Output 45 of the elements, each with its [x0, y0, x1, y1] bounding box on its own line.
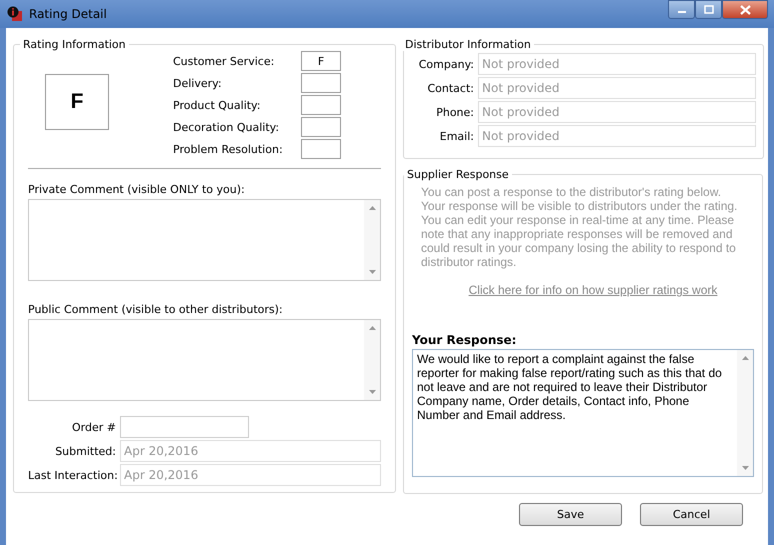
category-label: Customer Service:	[173, 54, 276, 68]
scroll-down-icon[interactable]	[368, 270, 376, 274]
field-label: Company:	[418, 58, 475, 70]
comment-field[interactable]	[28, 319, 381, 401]
scroll-up-icon[interactable]	[368, 206, 376, 210]
group-title: Supplier Response	[406, 168, 510, 181]
field-label: Contact:	[426, 82, 475, 94]
field-label: Submitted:	[54, 444, 117, 458]
category-label: Delivery:	[173, 76, 223, 90]
comment-field[interactable]	[28, 199, 381, 281]
window-title: Rating Detail	[29, 7, 107, 21]
category-label: Problem Resolution:	[173, 142, 284, 156]
field-label: Email:	[438, 130, 475, 142]
overall-grade: F	[45, 74, 109, 130]
grade-field: F	[301, 51, 341, 71]
grade-field	[301, 73, 341, 93]
response-field[interactable]: We would like to report a complaint against the false reporter for making false report/rating such as this that do not leave and are not required to leave their Distributor Company name, Order details, Contact info, Phone Number and Email address.	[412, 349, 754, 477]
comment-label: Public Comment (visible to other distributors):	[28, 303, 284, 316]
category-label: Product Quality:	[173, 98, 262, 112]
close-button[interactable]	[722, 0, 768, 19]
dialog-button[interactable]: Cancel	[640, 503, 743, 526]
maximize-button[interactable]	[695, 0, 722, 19]
field-label: Last Interaction:	[28, 468, 119, 482]
text-field[interactable]	[120, 416, 249, 438]
scroll-up-icon[interactable]	[742, 356, 748, 360]
comment-label: Private Comment (visible ONLY to you):	[28, 183, 246, 196]
info-link[interactable]: Click here for info on how supplier ratings work	[468, 283, 718, 297]
grade-field	[301, 139, 341, 159]
grade-field	[301, 95, 341, 115]
field-label: Order #	[71, 420, 117, 434]
close-icon	[740, 4, 750, 14]
app-icon	[7, 6, 23, 22]
field-label: Phone:	[435, 106, 475, 118]
scroll-down-icon[interactable]	[742, 466, 748, 470]
dialog-button[interactable]: Save	[519, 503, 622, 526]
maximize-icon	[704, 5, 714, 14]
minimize-button[interactable]	[668, 0, 695, 19]
scroll-down-icon[interactable]	[368, 390, 376, 394]
category-label: Decoration Quality:	[173, 120, 280, 134]
scroll-up-icon[interactable]	[368, 326, 376, 330]
grade-field	[301, 117, 341, 137]
notice-text: You can post a response to the distributor's rating below. Your response will be visible to distributors under the rating. You can edit your response in real-time at any time. Please note that any inappropriate responses will be removed and could result in your company losing the ability to respond to distributor ratings.	[421, 185, 738, 269]
response-label: Your Response:	[412, 333, 518, 347]
group-title: Distributor Information	[404, 38, 532, 51]
group-title: Rating Information	[22, 38, 127, 51]
